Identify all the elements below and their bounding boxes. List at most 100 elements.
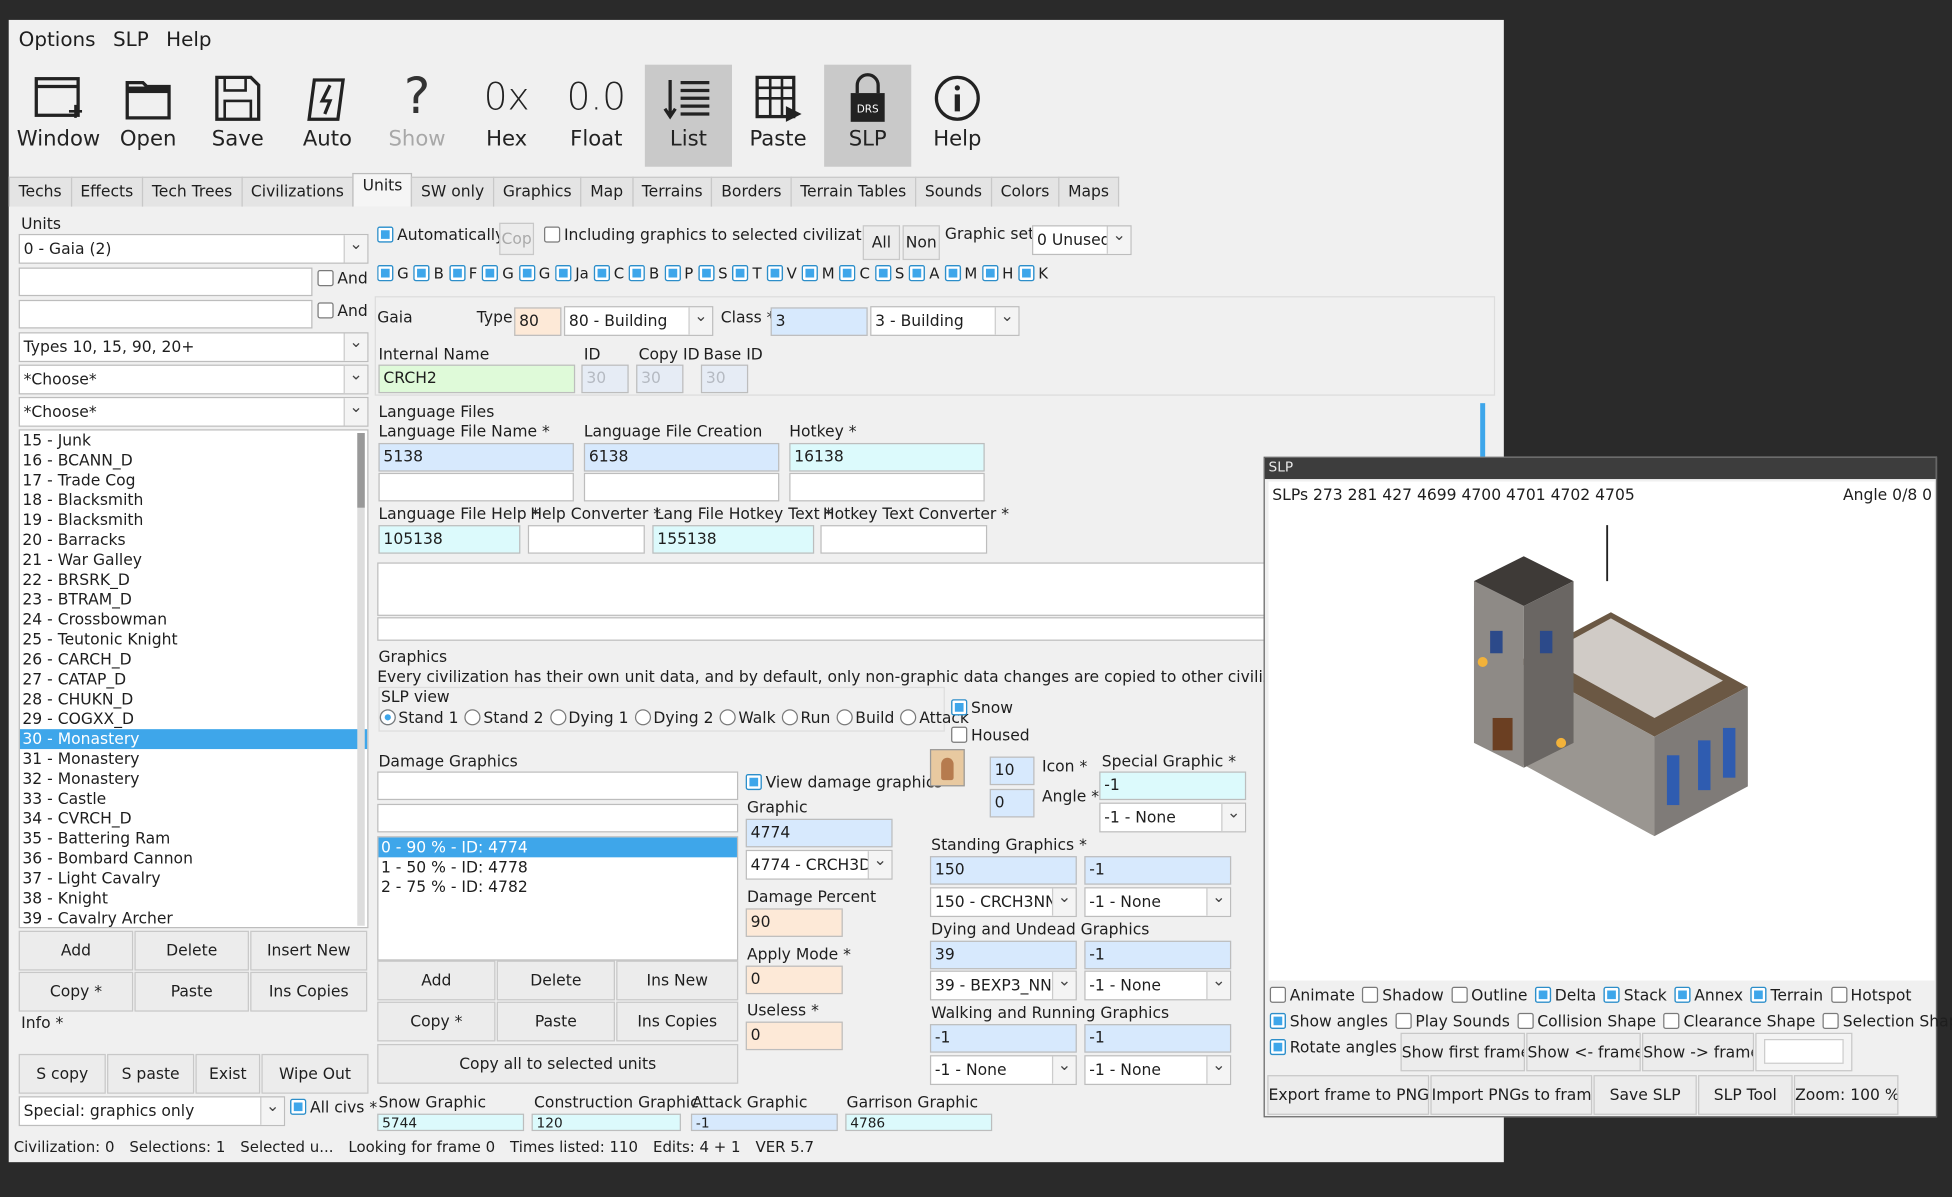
damage-percent-input[interactable]: 90 [745, 908, 843, 937]
list-item[interactable]: 34 - CVRCH_D [20, 809, 367, 829]
list-item[interactable]: 28 - CHUKN_D [20, 689, 367, 709]
list-item[interactable]: 24 - Crossbowman [20, 610, 367, 630]
walking-1-select[interactable]: -1 - None [929, 1055, 1077, 1086]
search-input-2[interactable] [18, 299, 313, 329]
tab-map[interactable]: Map [580, 176, 634, 207]
help-text-area-2[interactable] [377, 617, 1274, 641]
list-button[interactable]: List [644, 64, 733, 167]
view-damage-checkbox[interactable]: View damage graphics [745, 773, 943, 791]
slp-canvas[interactable]: SLPs 273 281 427 4699 4700 4701 4702 470… [1268, 481, 1935, 981]
civ-checkbox[interactable]: A [909, 265, 939, 282]
angle-input[interactable]: 0 [989, 788, 1035, 818]
apply-mode-input[interactable]: 0 [745, 965, 843, 995]
snow-checkbox[interactable]: Snow [951, 698, 1013, 717]
paste-button[interactable]: Paste [734, 65, 821, 167]
special-graphic-input[interactable]: -1 [1099, 771, 1247, 801]
list-item[interactable]: 15 - Junk [20, 431, 367, 451]
damage-list[interactable]: 0 - 90 % - ID: 4774 1 - 50 % - ID: 4778 2 … [377, 836, 739, 961]
list-item[interactable]: 32 - Monastery [20, 769, 367, 789]
lang-name-input[interactable]: 5138 [378, 442, 574, 472]
delete-unit-button[interactable]: Delete [134, 930, 249, 971]
tab-units[interactable]: Units [352, 172, 413, 207]
lang-creation-input[interactable]: 6138 [583, 442, 780, 472]
radio-dying-1[interactable]: Dying 1 [549, 708, 628, 727]
slp-checkbox-animate[interactable]: Animate [1269, 985, 1355, 1004]
standing-1-input[interactable]: 150 [929, 856, 1077, 885]
civ-checkbox[interactable]: T [732, 265, 762, 282]
list-item[interactable]: 22 - BRSRK_D [20, 570, 367, 590]
ins-copies-unit-button[interactable]: Ins Copies [250, 971, 368, 1012]
snow-graphic-input[interactable]: 5744 [377, 1113, 525, 1132]
walking-2-select[interactable]: -1 - None [1084, 1055, 1232, 1086]
civ-checkbox[interactable]: B [629, 265, 659, 282]
s-paste-button[interactable]: S paste [107, 1053, 195, 1094]
zoom-button[interactable]: Zoom: 100 % [1793, 1075, 1899, 1115]
civ-checkbox[interactable]: C [839, 265, 870, 282]
garrison-graphic-input[interactable]: 4786 [845, 1113, 993, 1132]
export-frame-button[interactable]: Export frame to PNGs [1267, 1075, 1430, 1115]
standing-2-select[interactable]: -1 - None [1084, 887, 1232, 918]
civ-checkbox[interactable]: V [766, 265, 797, 282]
id-input[interactable]: 30 [581, 364, 629, 394]
civ-checkbox[interactable]: Ja [555, 265, 589, 282]
civ-checkbox[interactable]: S [874, 265, 904, 282]
radio-run[interactable]: Run [781, 708, 830, 727]
class-input[interactable]: 3 [770, 307, 868, 336]
radio-walk[interactable]: Walk [719, 708, 776, 727]
list-item[interactable]: 21 - War Galley [20, 550, 367, 570]
slp-checkbox-collision-shape[interactable]: Collision Shape [1517, 1012, 1656, 1030]
show-first-frame-button[interactable]: Show first frame [1400, 1032, 1526, 1072]
slp-checkbox-stack[interactable]: Stack [1603, 985, 1667, 1004]
civ-checkbox[interactable]: G [377, 265, 409, 282]
hotkey-text[interactable] [789, 472, 985, 502]
slp-checkbox-annex[interactable]: Annex [1674, 985, 1743, 1004]
internal-name-input[interactable]: CRCH2 [378, 364, 576, 394]
units-list-scrollbar[interactable] [357, 433, 365, 926]
attack-graphic-input[interactable]: -1 [690, 1113, 838, 1132]
list-item[interactable]: 30 - Monastery [19, 729, 368, 750]
damage-search-2[interactable] [377, 803, 739, 833]
all-civs-button[interactable]: All [862, 225, 901, 261]
menu-help[interactable]: Help [166, 27, 211, 51]
damage-paste-button[interactable]: Paste [496, 1001, 615, 1042]
dying-1-input[interactable]: 39 [929, 940, 1077, 970]
list-item[interactable]: 25 - Teutonic Knight [20, 630, 367, 650]
useless-input[interactable]: 0 [745, 1021, 843, 1051]
civ-checkbox[interactable]: M [944, 265, 977, 282]
list-item[interactable]: 36 - Bombard Cannon [20, 849, 367, 869]
type-select[interactable]: 80 - Building [563, 306, 714, 336]
civ-checkbox[interactable]: M [801, 265, 835, 282]
import-pngs-button[interactable]: Import PNGs to frame [1430, 1075, 1593, 1115]
damage-list-item[interactable]: 1 - 50 % - ID: 4778 [378, 857, 737, 877]
s-copy-button[interactable]: S copy [18, 1053, 106, 1094]
standing-2-input[interactable]: -1 [1084, 856, 1232, 885]
copy-unit-button[interactable]: Copy * [18, 971, 134, 1012]
menu-slp[interactable]: SLP [113, 27, 149, 51]
type-filter-select[interactable]: Types 10, 15, 90, 20+ [18, 332, 369, 363]
civ-checkbox[interactable]: P [664, 265, 693, 282]
list-item[interactable]: 27 - CATAP_D [20, 669, 367, 689]
damage-search-1[interactable] [377, 771, 739, 801]
civ-checkbox[interactable]: B [413, 265, 444, 282]
and-checkbox-1[interactable]: And [317, 269, 368, 287]
slp-checkbox-shadow[interactable]: Shadow [1362, 985, 1444, 1004]
civ-select[interactable]: 0 - Gaia (2) [18, 233, 369, 264]
tab-terrain-tables[interactable]: Terrain Tables [790, 176, 917, 207]
graphic-input[interactable]: 4774 [745, 818, 893, 848]
all-civs-checkbox[interactable]: All civs * [290, 1097, 377, 1116]
lang-creation-text[interactable] [583, 472, 780, 502]
slp-checkbox-show-angles[interactable]: Show angles [1269, 1012, 1388, 1030]
hotkey-text-input[interactable]: 155138 [652, 525, 815, 554]
tab-sounds[interactable]: Sounds [914, 176, 992, 207]
slp-checkbox-outline[interactable]: Outline [1451, 985, 1527, 1004]
list-item[interactable]: 19 - Blacksmith [20, 510, 367, 530]
tab-graphics[interactable]: Graphics [492, 176, 582, 207]
slp-checkbox-selection-shape[interactable]: Selection Shape [1822, 1012, 1952, 1030]
radio-dying-2[interactable]: Dying 2 [634, 708, 713, 727]
tab-civilizations[interactable]: Civilizations [240, 176, 354, 207]
float-button[interactable]: 0.0 Float [553, 65, 640, 167]
show-prev-frame-button[interactable]: Show <- frame [1526, 1032, 1641, 1072]
damage-ins-new-button[interactable]: Ins New [616, 960, 739, 1001]
save-slp-button[interactable]: Save SLP [1593, 1075, 1697, 1115]
lang-name-text[interactable] [378, 472, 574, 502]
